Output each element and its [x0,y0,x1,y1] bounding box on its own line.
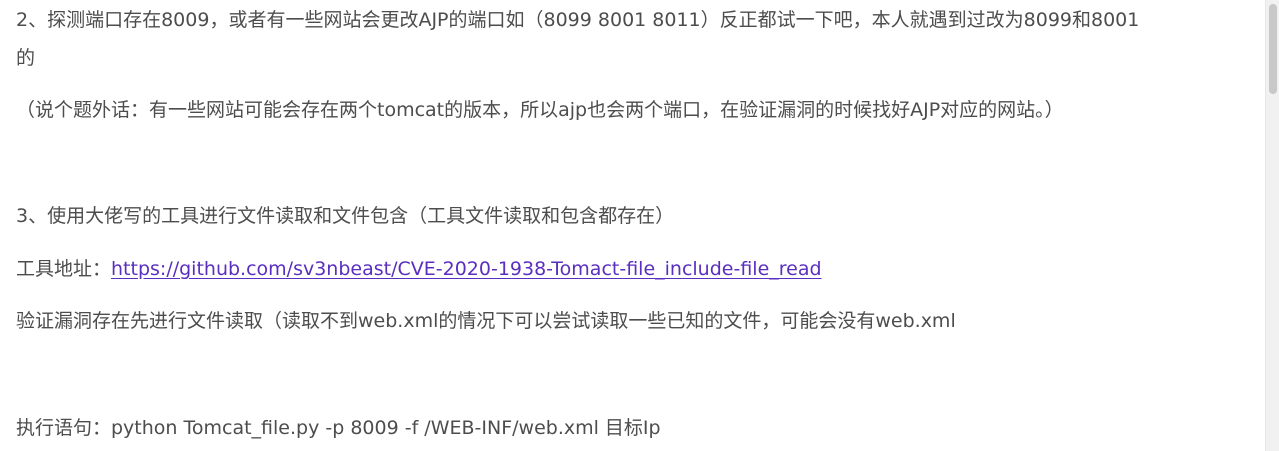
tool-github-link[interactable]: https://github.com/sv3nbeast/CVE-2020-19… [111,258,822,280]
paragraph-exec-command: 执行语句：python Tomcat_file.py -p 8009 -f /W… [16,417,661,439]
tool-address-label: 工具地址： [16,258,112,280]
paragraph-port-probe-line2: 的 [16,47,36,69]
paragraph-tool-address: 工具地址：https://github.com/sv3nbeast/CVE-20… [16,255,822,283]
article-body: 2、探测端口存在8009，或者有一些网站会更改AJP的端口如（8099 8001… [0,0,1266,451]
paragraph-verify-vuln: 验证漏洞存在先进行文件读取（读取不到web.xml的情况下可以尝试读取一些已知的… [16,310,956,332]
paragraph-side-note: （说个题外话：有一些网站可能会存在两个tomcat的版本，所以ajp也会两个端口… [16,99,1064,121]
scrollbar-thumb[interactable] [1269,4,1277,94]
paragraph-port-probe-line1: 2、探测端口存在8009，或者有一些网站会更改AJP的端口如（8099 8001… [16,9,1140,31]
vertical-scrollbar[interactable] [1265,0,1279,451]
paragraph-tool-usage: 3、使用大佬写的工具进行文件读取和文件包含（工具文件读取和包含都存在） [16,205,675,227]
